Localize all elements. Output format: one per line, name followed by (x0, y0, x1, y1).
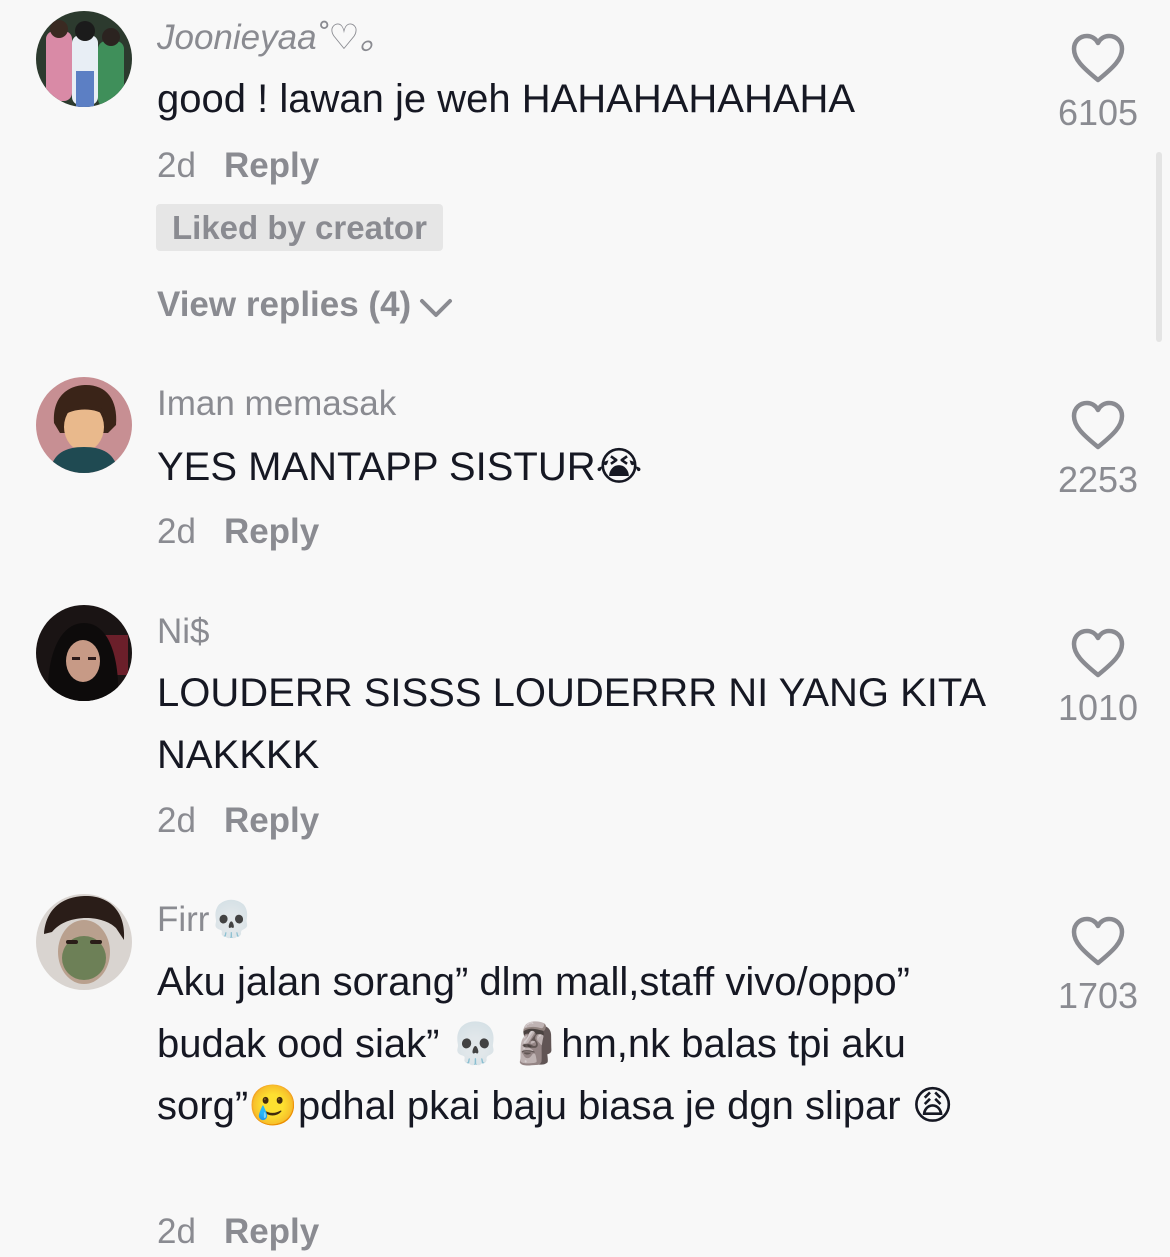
heart-outline-icon[interactable] (1070, 33, 1126, 85)
like-control: 2253 (1047, 400, 1149, 500)
comment-username[interactable]: Ni$ (157, 612, 210, 652)
like-control: 1010 (1047, 628, 1149, 728)
scrollbar[interactable] (1156, 152, 1162, 342)
comment-time: 2d (157, 512, 196, 551)
chevron-down-icon (420, 299, 453, 317)
comment-meta: 2d Reply (157, 801, 319, 841)
comment-meta: 2d Reply (157, 512, 319, 552)
comments-screen: Joonieyaa˚♡｡ good ! lawan je weh HAHAHAH… (0, 0, 1170, 1257)
comment-time: 2d (157, 1212, 196, 1251)
avatar[interactable] (36, 377, 132, 473)
like-count: 1703 (1057, 975, 1139, 1016)
like-control: 1703 (1047, 916, 1149, 1016)
heart-outline-icon[interactable] (1070, 628, 1126, 680)
like-count: 2253 (1057, 459, 1139, 500)
comment-text: good ! lawan je weh HAHAHAHAHAHA (157, 77, 856, 121)
comment-text: Aku jalan sorang” dlm mall,staff vivo/op… (157, 960, 954, 1128)
avatar[interactable] (36, 11, 132, 107)
view-replies-button[interactable]: View replies (4) (157, 285, 453, 325)
liked-by-creator-badge: Liked by creator (156, 204, 443, 251)
avatar[interactable] (36, 894, 132, 990)
comment-text: LOUDERR SISSS LOUDERRR NI YANG KITA NAKK… (157, 671, 984, 777)
comment-meta: 2d Reply (157, 146, 319, 186)
reply-button[interactable]: Reply (224, 1212, 319, 1251)
like-control: 6105 (1047, 33, 1149, 133)
comment-username[interactable]: Firr💀 (157, 900, 253, 940)
heart-outline-icon[interactable] (1070, 400, 1126, 452)
comment-text: YES MANTAPP SISTUR😭 (157, 445, 643, 489)
reply-button[interactable]: Reply (224, 801, 319, 840)
comment-username[interactable]: Joonieyaa˚♡｡ (157, 18, 377, 58)
username-text: Joonieyaa (157, 18, 317, 57)
comment-time: 2d (157, 801, 196, 840)
like-count: 1010 (1057, 687, 1139, 728)
comment-username[interactable]: Iman memasak (157, 384, 396, 424)
username-suffix: ˚♡｡ (316, 18, 378, 57)
reply-button[interactable]: Reply (224, 146, 319, 185)
avatar[interactable] (36, 605, 132, 701)
reply-button[interactable]: Reply (224, 512, 319, 551)
comment-time: 2d (157, 146, 196, 185)
comment-meta: 2d Reply (157, 1212, 319, 1252)
like-count: 6105 (1057, 92, 1139, 133)
heart-outline-icon[interactable] (1070, 916, 1126, 968)
view-replies-label: View replies (4) (157, 285, 412, 324)
